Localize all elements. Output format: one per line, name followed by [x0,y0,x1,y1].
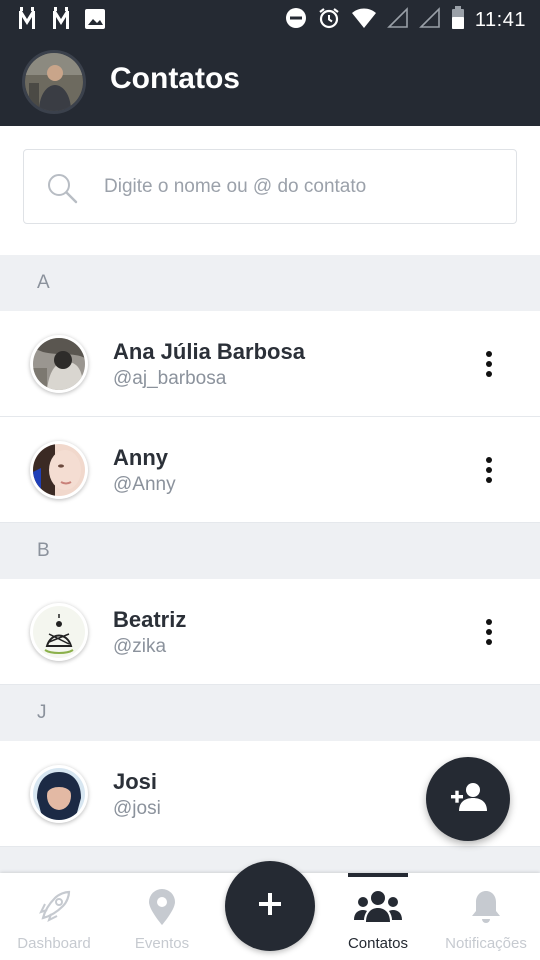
contact-name: Josi [113,769,158,794]
wifi-icon [351,7,377,34]
contact-avatar [30,441,88,499]
alarm-icon [317,6,341,35]
section-header-j: J [0,685,540,741]
signal-icon [418,7,441,34]
rocket-icon [35,889,73,925]
more-options-icon[interactable] [474,349,504,379]
contact-name: Beatriz [113,607,187,632]
bell-icon [471,889,501,925]
profile-avatar[interactable] [22,50,86,114]
nav-item-eventos[interactable]: Eventos [108,873,216,960]
contact-handle: @josi [113,798,161,819]
search-input[interactable] [104,150,504,223]
app-bar: Contatos [0,38,540,126]
map-pin-icon [147,889,177,925]
add-person-icon [449,782,487,817]
plus-icon [257,891,283,922]
contact-handle: @aj_barbosa [113,368,227,389]
nav-item-dashboard[interactable]: Dashboard [0,873,108,960]
active-indicator [348,873,408,877]
people-icon [354,889,402,925]
battery-icon [451,6,465,35]
image-icon [84,8,106,35]
add-contact-button[interactable] [426,757,510,841]
search-icon [46,172,78,204]
page-title: Contatos [110,62,240,95]
contact-handle: @Anny [113,474,176,495]
contact-avatar [30,603,88,661]
contact-name: Anny [113,445,168,470]
contact-name: Ana Júlia Barbosa [113,339,305,364]
contact-handle: @zika [113,636,167,657]
more-options-icon[interactable] [474,617,504,647]
gmail-icon [50,7,72,36]
contact-avatar [30,335,88,393]
contact-row[interactable]: Anny @Anny [0,417,540,523]
do-not-disturb-icon [285,7,307,34]
nav-label: Eventos [134,935,190,952]
contact-avatar [30,765,88,823]
new-item-button[interactable] [225,861,315,951]
contact-row[interactable]: Ana Júlia Barbosa @aj_barbosa [0,311,540,417]
section-header-a: A [0,255,540,311]
status-bar: 11:41 [0,0,540,38]
section-header-b: B [0,523,540,579]
nav-label: Notificações [445,935,527,952]
search-box[interactable] [23,149,517,224]
signal-icon [386,7,409,34]
nav-item-notificacoes[interactable]: Notificações [432,873,540,960]
contact-row[interactable]: Beatriz @zika [0,579,540,685]
gmail-icon [16,7,38,36]
nav-label: Contatos [347,935,409,952]
more-options-icon[interactable] [474,455,504,485]
nav-label: Dashboard [17,935,91,952]
nav-item-contatos[interactable]: Contatos [324,873,432,960]
status-time: 11:41 [474,9,526,31]
